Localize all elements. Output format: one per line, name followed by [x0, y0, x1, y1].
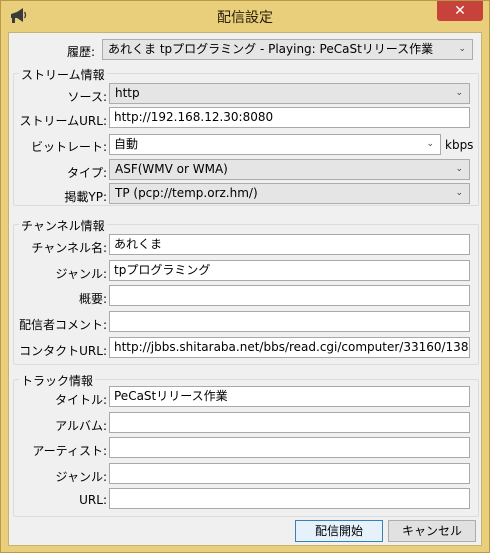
track-genre-label: ジャンル:: [55, 470, 107, 484]
history-select[interactable]: あれくま tpプログラミング - Playing: PeCaStリリース作業 ⌄: [102, 39, 473, 60]
album-input[interactable]: [109, 412, 470, 433]
description-input[interactable]: [109, 285, 470, 306]
broadcast-settings-window: 配信設定 ✕ 履歴: あれくま tpプログラミング - Playing: PeC…: [0, 0, 490, 553]
type-select[interactable]: ASF(WMV or WMA) ⌄: [109, 159, 470, 180]
chevron-down-icon: ⌄: [455, 164, 463, 174]
track-url-input[interactable]: [109, 488, 470, 509]
channel-info-title: チャンネル情報: [19, 217, 107, 234]
bitrate-value: 自動: [114, 137, 139, 151]
track-title-label: タイトル:: [54, 393, 107, 407]
close-button[interactable]: ✕: [437, 1, 483, 21]
channel-name-label: チャンネル名:: [31, 241, 107, 255]
window-title: 配信設定: [217, 10, 273, 26]
yp-label: 掲載YP:: [64, 190, 107, 204]
stream-url-label: ストリームURL:: [19, 114, 108, 128]
artist-input[interactable]: [109, 437, 470, 458]
start-broadcast-button[interactable]: 配信開始: [295, 520, 383, 542]
track-genre-input[interactable]: [109, 463, 470, 484]
type-value: ASF(WMV or WMA): [115, 162, 228, 176]
stream-info-title: ストリーム情報: [19, 66, 107, 83]
dialog-body: 履歴: あれくま tpプログラミング - Playing: PeCaStリリース…: [8, 32, 482, 546]
bitrate-combo[interactable]: 自動 ⌄: [109, 134, 441, 155]
type-label: タイプ:: [66, 166, 107, 180]
bitrate-unit: kbps: [445, 138, 474, 152]
description-label: 概要:: [78, 292, 107, 306]
track-title-input[interactable]: PeCaStリリース作業: [109, 386, 470, 407]
source-label: ソース:: [67, 90, 107, 104]
contact-url-label: コンタクトURL:: [19, 344, 107, 358]
yp-select[interactable]: TP (pcp://temp.orz.hm/) ⌄: [109, 183, 470, 204]
source-select[interactable]: http ⌄: [109, 83, 470, 104]
yp-value: TP (pcp://temp.orz.hm/): [115, 186, 258, 200]
chevron-down-icon: ⌄: [426, 139, 434, 149]
close-icon: ✕: [454, 3, 466, 19]
stream-url-input[interactable]: http://192.168.12.30:8080: [109, 107, 470, 128]
contact-url-input[interactable]: http://jbbs.shitaraba.net/bbs/read.cgi/c…: [109, 337, 470, 358]
source-value: http: [115, 86, 140, 100]
cancel-button[interactable]: キャンセル: [388, 520, 476, 542]
history-label: 履歴:: [66, 45, 95, 59]
chevron-down-icon: ⌄: [455, 188, 463, 198]
chevron-down-icon: ⌄: [458, 44, 466, 54]
broadcaster-comment-input[interactable]: [109, 311, 470, 332]
history-value: あれくま tpプログラミング - Playing: PeCaStリリース作業: [108, 42, 434, 56]
genre-input[interactable]: tpプログラミング: [109, 260, 470, 281]
broadcaster-comment-label: 配信者コメント:: [18, 318, 107, 332]
title-bar[interactable]: 配信設定 ✕: [1, 1, 489, 31]
genre-label: ジャンル:: [55, 267, 107, 281]
track-info-title: トラック情報: [19, 372, 96, 389]
artist-label: アーティスト:: [32, 444, 107, 458]
channel-name-input[interactable]: あれくま: [109, 234, 470, 255]
track-url-label: URL:: [79, 493, 107, 507]
bitrate-label: ビットレート:: [30, 140, 107, 154]
album-label: アルバム:: [55, 419, 107, 433]
chevron-down-icon: ⌄: [455, 88, 463, 98]
